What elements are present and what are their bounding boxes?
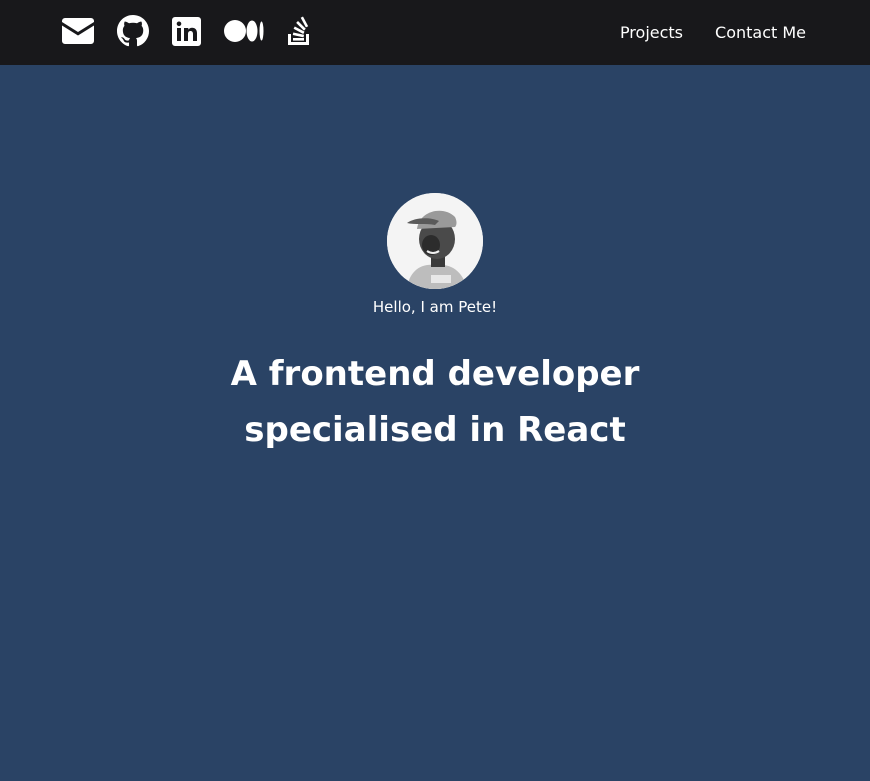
linkedin-link[interactable] [172,16,201,46]
headline-line-1: A frontend developer [230,354,640,394]
stackoverflow-link[interactable] [287,16,313,46]
avatar [387,193,483,289]
envelope-icon [62,18,94,44]
headline-line-2: specialised in React [244,410,626,450]
nav-projects-link[interactable]: Projects [620,23,683,42]
greeting-text: Hello, I am Pete! [372,298,498,316]
medium-icon [224,20,264,42]
headline: A frontend developer specialised in Reac… [231,346,640,458]
top-navbar: Projects Contact Me [0,0,870,65]
linkedin-icon [172,16,201,46]
nav-contact-me-link[interactable]: Contact Me [715,23,806,42]
hero-section: Hello, I am Pete! A frontend developer s… [0,193,870,458]
profile-photo [387,193,483,289]
email-link[interactable] [62,18,94,44]
social-links [62,14,336,48]
github-icon [117,15,149,47]
stackoverflow-icon [288,16,309,45]
main-nav: Projects Contact Me [588,0,806,65]
github-link[interactable] [117,15,149,47]
medium-link[interactable] [224,20,264,42]
